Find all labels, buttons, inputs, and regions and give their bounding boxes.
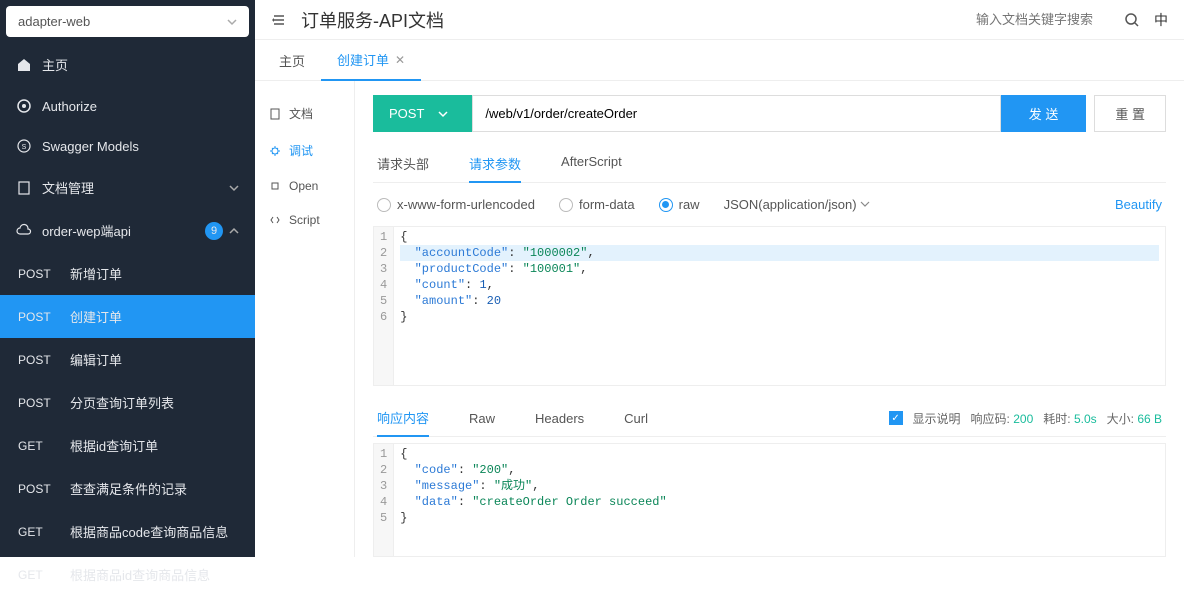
api-label: 根据商品id查询商品信息 xyxy=(70,565,210,584)
api-label: 根据商品code查询商品信息 xyxy=(70,522,228,541)
api-item[interactable]: GET 根据商品code查询商品信息 xyxy=(0,510,255,553)
page-title: 订单服务-API文档 xyxy=(301,7,956,33)
api-item[interactable]: GET 根据商品id查询商品信息 xyxy=(0,553,255,596)
chevron-down-icon xyxy=(227,17,237,27)
menu-toggle-icon[interactable] xyxy=(271,12,287,28)
project-name: adapter-web xyxy=(18,14,90,29)
chevron-down-icon xyxy=(438,109,448,119)
tab-response-headers[interactable]: Headers xyxy=(535,403,584,434)
api-label: 创建订单 xyxy=(70,307,122,326)
url-row: POST 发 送 重 置 xyxy=(373,95,1166,132)
api-method: POST xyxy=(18,267,54,281)
nav-authorize[interactable]: Authorize xyxy=(0,86,255,126)
api-method: POST xyxy=(18,396,54,410)
tabs-bar: 主页 创建订单 ✕ xyxy=(255,40,1184,81)
api-list: POST 新增订单 POST 创建订单 POST 编辑订单 POST 分页查询订单列表 GET 根… xyxy=(0,252,255,596)
tab-request-params[interactable]: 请求参数 xyxy=(469,146,521,183)
lock-icon xyxy=(16,98,32,114)
search-input[interactable] xyxy=(970,6,1110,33)
tab-home[interactable]: 主页 xyxy=(263,40,321,80)
api-label: 新增订单 xyxy=(70,264,122,283)
tab-request-headers[interactable]: 请求头部 xyxy=(377,146,429,182)
chevron-down-icon xyxy=(229,183,239,193)
tab-afterscript[interactable]: AfterScript xyxy=(561,146,622,182)
lang-toggle[interactable]: 中 xyxy=(1154,10,1168,30)
tab-response-curl[interactable]: Curl xyxy=(624,403,648,434)
radio-urlencoded[interactable]: x-www-form-urlencoded xyxy=(377,197,535,212)
body-type-row: x-www-form-urlencoded form-data raw JSON… xyxy=(373,183,1166,226)
api-method: GET xyxy=(18,525,54,539)
response-tabs: 响应内容 Raw Headers Curl ✓ 显示说明 响应码: 200 耗时… xyxy=(373,400,1166,437)
cloud-icon xyxy=(16,223,32,239)
chevron-up-icon xyxy=(229,226,239,236)
radio-formdata[interactable]: form-data xyxy=(559,197,635,212)
content-type-select[interactable]: JSON(application/json) xyxy=(724,197,1091,212)
response-meta: ✓ 显示说明 响应码: 200 耗时: 5.0s 大小: 66 B xyxy=(889,410,1162,427)
api-item[interactable]: POST 创建订单 xyxy=(0,295,255,338)
response-code: 200 xyxy=(1013,412,1033,426)
nav-swagger-label: Swagger Models xyxy=(42,139,139,154)
api-method: POST xyxy=(18,310,54,324)
bug-icon xyxy=(269,145,281,157)
api-label: 编辑订单 xyxy=(70,350,122,369)
api-method: GET xyxy=(18,568,54,582)
panel-open[interactable]: Open xyxy=(255,169,354,203)
right-content: POST 发 送 重 置 请求头部 请求参数 AfterScript x-www… xyxy=(355,81,1184,557)
tab-response-raw[interactable]: Raw xyxy=(469,403,495,434)
request-body-editor[interactable]: 123456 { "accountCode": "1000002", "prod… xyxy=(373,226,1166,386)
beautify-link[interactable]: Beautify xyxy=(1115,197,1162,212)
url-input[interactable] xyxy=(472,95,1000,132)
doc-icon xyxy=(16,180,32,196)
response-time: 5.0s xyxy=(1074,412,1097,426)
nav-doc-label: 文档管理 xyxy=(42,178,94,197)
home-icon xyxy=(16,57,32,73)
api-item[interactable]: POST 查查满足条件的记录 xyxy=(0,467,255,510)
panel-debug[interactable]: 调试 xyxy=(255,132,354,169)
nav-doc-manage[interactable]: 文档管理 xyxy=(0,166,255,209)
method-select[interactable]: POST xyxy=(373,95,472,132)
sidebar: adapter-web 主页 Authorize S Swagger Model… xyxy=(0,0,255,557)
tab-response-content[interactable]: 响应内容 xyxy=(377,400,429,437)
api-item[interactable]: POST 分页查询订单列表 xyxy=(0,381,255,424)
response-size: 66 B xyxy=(1137,412,1162,426)
nav-home-label: 主页 xyxy=(42,55,68,74)
radio-raw[interactable]: raw xyxy=(659,197,700,212)
api-item[interactable]: POST 新增订单 xyxy=(0,252,255,295)
svg-text:S: S xyxy=(22,144,27,151)
api-method: POST xyxy=(18,482,54,496)
nav-home[interactable]: 主页 xyxy=(0,43,255,86)
nav-authorize-label: Authorize xyxy=(42,99,97,114)
send-button[interactable]: 发 送 xyxy=(1001,95,1087,132)
chevron-down-icon xyxy=(860,199,870,209)
panel-script[interactable]: Script xyxy=(255,203,354,237)
tab-create-order[interactable]: 创建订单 ✕ xyxy=(321,40,421,81)
show-desc-checkbox[interactable]: ✓ xyxy=(889,411,903,425)
api-item[interactable]: GET 根据id查询订单 xyxy=(0,424,255,467)
param-tabs: 请求头部 请求参数 AfterScript xyxy=(373,146,1166,183)
open-icon xyxy=(269,180,281,192)
left-panel: 文档 调试 Open Script xyxy=(255,81,355,557)
api-count-badge: 9 xyxy=(205,222,223,240)
swagger-icon: S xyxy=(16,138,32,154)
search-icon[interactable] xyxy=(1124,12,1140,28)
api-label: 查查满足条件的记录 xyxy=(70,479,187,498)
api-method: POST xyxy=(18,353,54,367)
nav-api-group[interactable]: order-wep端api 9 xyxy=(0,209,255,252)
panel-doc[interactable]: 文档 xyxy=(255,95,354,132)
nav-api-group-label: order-wep端api xyxy=(42,221,131,240)
header: 订单服务-API文档 中 xyxy=(255,0,1184,40)
nav-swagger[interactable]: S Swagger Models xyxy=(0,126,255,166)
project-select[interactable]: adapter-web xyxy=(6,6,249,37)
doc-icon xyxy=(269,108,281,120)
close-icon[interactable]: ✕ xyxy=(395,53,405,67)
api-label: 分页查询订单列表 xyxy=(70,393,174,412)
main: 订单服务-API文档 中 主页 创建订单 ✕ 文档 调试 xyxy=(255,0,1184,557)
api-label: 根据id查询订单 xyxy=(70,436,158,455)
script-icon xyxy=(269,214,281,226)
api-method: GET xyxy=(18,439,54,453)
response-body-viewer: 12345 { "code": "200", "message": "成功", … xyxy=(373,443,1166,557)
api-item[interactable]: POST 编辑订单 xyxy=(0,338,255,381)
reset-button[interactable]: 重 置 xyxy=(1094,95,1166,132)
